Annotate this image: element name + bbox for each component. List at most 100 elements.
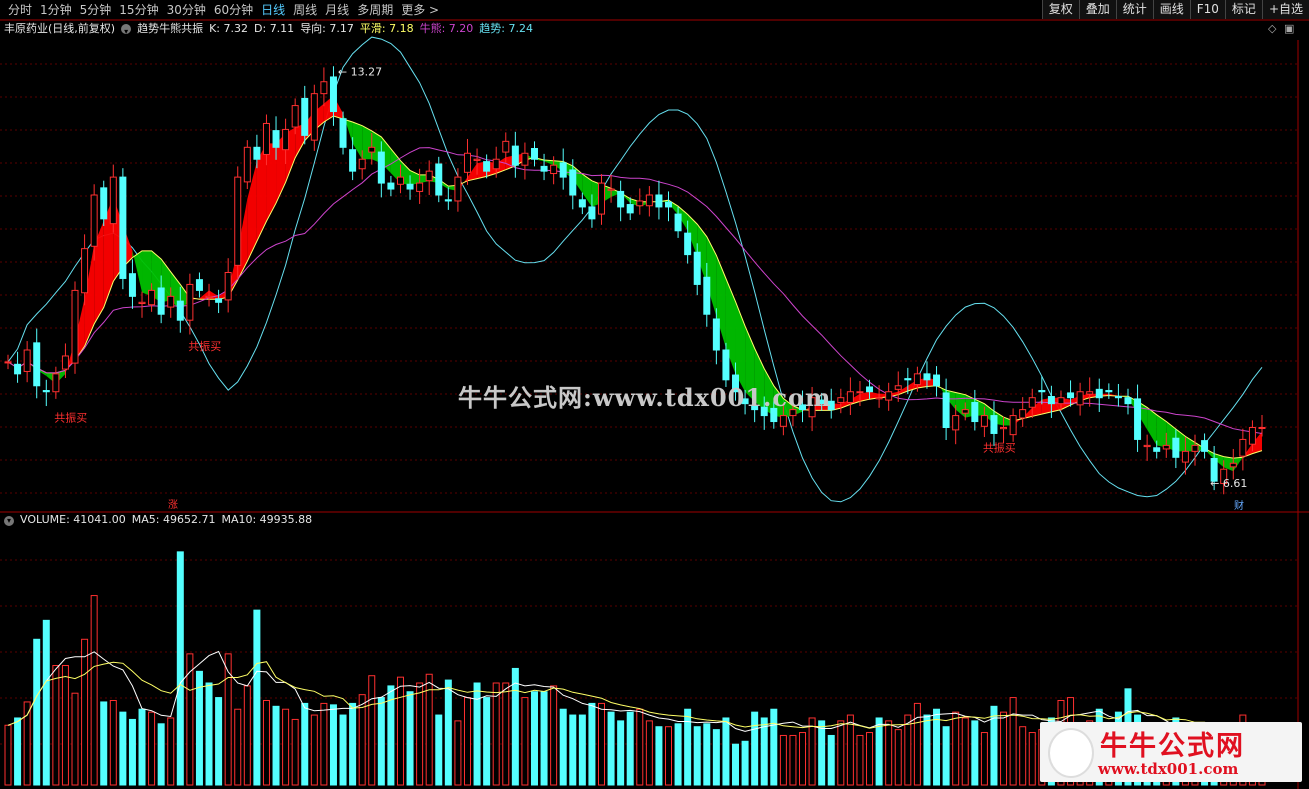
candle-body — [588, 206, 596, 220]
candle-body — [454, 176, 462, 202]
volume-bar — [176, 551, 184, 786]
volume-bar — [885, 720, 893, 786]
candle-body — [645, 194, 653, 207]
volume-menu-icon[interactable]: ▾ — [4, 516, 14, 526]
volume-bar — [540, 691, 548, 786]
volume-bar — [511, 667, 519, 786]
candle-body — [128, 273, 136, 297]
volume-bar — [904, 714, 912, 786]
candle-body — [904, 378, 912, 381]
band-segment — [362, 125, 372, 160]
volume-bar — [703, 723, 711, 786]
candle-body — [1153, 447, 1161, 452]
candle-body — [569, 169, 577, 196]
candle-body — [722, 349, 730, 381]
volume-bar — [818, 720, 826, 786]
candle-body — [1143, 444, 1151, 448]
band-segment — [142, 250, 152, 297]
candle-body — [1239, 438, 1247, 457]
candle-body — [1057, 397, 1065, 405]
volume-bar — [913, 702, 921, 786]
candle-body — [1019, 409, 1027, 419]
candle-body — [684, 232, 692, 256]
candle-body — [33, 342, 41, 387]
volume-bar — [559, 708, 567, 786]
candle-body — [655, 194, 663, 208]
candle-body — [693, 251, 701, 285]
candle-body — [234, 176, 242, 266]
candle-body — [243, 146, 251, 183]
volume-bar — [779, 734, 787, 786]
candle-body — [530, 148, 538, 160]
volume-bar — [329, 704, 337, 786]
candle-body — [1047, 396, 1055, 405]
volume-bar — [157, 723, 165, 786]
volume-bar — [435, 714, 443, 786]
candle-body — [358, 158, 366, 170]
candle-body — [42, 390, 50, 393]
volume-bar — [827, 734, 835, 786]
candle-body — [387, 182, 395, 190]
high-price-label: ← 13.27 — [338, 66, 382, 79]
band-segment — [266, 143, 277, 222]
site-logo: 牛牛公式网 www.tdx001.com — [1040, 722, 1302, 782]
candle-body — [511, 145, 519, 166]
volume-bar — [665, 726, 673, 786]
signal-label: 共振买 — [983, 441, 1016, 455]
candle-body — [894, 385, 902, 390]
candle-body — [100, 187, 108, 220]
candle-body — [779, 415, 787, 427]
candle-body — [377, 151, 385, 184]
volume-bar — [980, 732, 988, 786]
volume-bar — [492, 682, 500, 786]
candle-body — [492, 158, 500, 170]
volume-bar — [310, 714, 318, 786]
candle-body — [176, 300, 184, 321]
volume-bar — [875, 717, 883, 786]
volume-bar — [856, 734, 864, 786]
candle-body — [4, 361, 12, 364]
candle-body — [961, 409, 969, 414]
candle-body — [272, 130, 280, 148]
candle-body — [856, 391, 864, 394]
volume-bar — [14, 717, 22, 786]
candle-body — [463, 152, 471, 173]
candle-body — [990, 415, 998, 434]
candle-body — [119, 176, 127, 279]
candle-body — [262, 122, 270, 155]
candle-body — [559, 162, 567, 178]
volume-bar — [339, 714, 347, 786]
candle-body — [550, 164, 558, 175]
candle-body — [1229, 462, 1237, 468]
candle-body — [61, 355, 69, 370]
candle-body — [1038, 390, 1046, 393]
volume-bar — [100, 701, 108, 786]
volume-bar — [483, 697, 491, 786]
candle-body — [971, 401, 979, 423]
candle-body — [1000, 427, 1008, 430]
candle-body — [195, 279, 203, 291]
candle-body — [923, 373, 931, 381]
candle-body — [1009, 415, 1017, 436]
volume-bar — [148, 711, 156, 786]
candle-body — [1191, 444, 1199, 452]
candle-body — [1086, 391, 1094, 395]
candle-body — [473, 158, 481, 161]
band-segment — [955, 392, 966, 418]
volume-bar — [712, 729, 720, 786]
candle-body — [23, 349, 31, 372]
volume-bar — [971, 720, 979, 786]
candle-body — [483, 161, 491, 172]
volume-bar — [751, 711, 759, 786]
volume-bar — [128, 718, 136, 786]
volume-bar — [588, 702, 596, 786]
candle-body — [665, 201, 673, 208]
qushi-envelope — [7, 36, 1263, 503]
candle-body — [320, 81, 328, 95]
signal-label: 共振买 — [188, 339, 221, 353]
candle-body — [1067, 392, 1075, 399]
volume-bar — [655, 726, 663, 786]
candle-body — [310, 93, 318, 141]
volume-bar — [607, 711, 615, 786]
candle-body — [1114, 396, 1122, 399]
